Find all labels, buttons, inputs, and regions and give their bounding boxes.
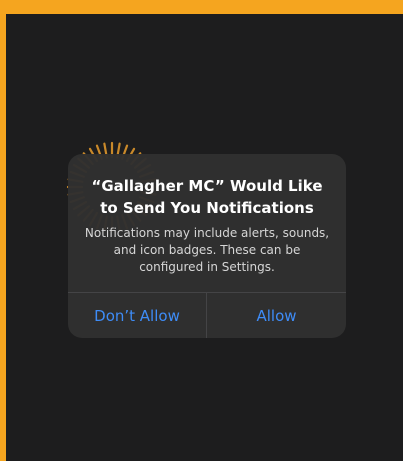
dialog-body: “Gallagher MC” Would Like to Send You No…: [82, 175, 332, 276]
device-frame: “Gallagher MC” Would Like to Send You No…: [0, 0, 403, 461]
dialog-message: Notifications may include alerts, sounds…: [84, 226, 330, 274]
dont-allow-button[interactable]: Don’t Allow: [68, 293, 206, 338]
app-screen: “Gallagher MC” Would Like to Send You No…: [6, 14, 403, 461]
allow-button[interactable]: Allow: [207, 293, 346, 338]
notification-permission-dialog: “Gallagher MC” Would Like to Send You No…: [68, 154, 346, 338]
dialog-title: “Gallagher MC” Would Like to Send You No…: [91, 177, 323, 217]
